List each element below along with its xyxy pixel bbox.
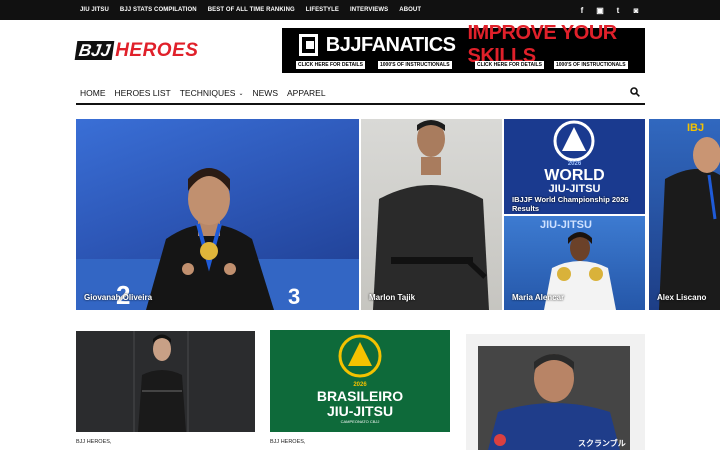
athlete-figure: スクランブル: [488, 354, 626, 450]
topnav-best-of-all-time[interactable]: BEST OF ALL TIME RANKING: [208, 0, 295, 20]
search-icon[interactable]: [630, 87, 640, 97]
topnav-interviews[interactable]: INTERVIEWS: [350, 0, 388, 20]
tile-caption: Alex Liscano: [657, 293, 707, 302]
worlds-subtitle: JIU-JITSU: [548, 183, 601, 195]
athlete-photo: IBJ: [659, 122, 720, 310]
article-meta: BJJ HEROES,: [76, 439, 112, 445]
nav-heroes-list[interactable]: HEROES LIST: [115, 88, 171, 98]
instagram-icon[interactable]: ▣: [596, 6, 604, 15]
social-links: f ▣ t ◙: [578, 0, 640, 20]
tile-caption: Giovanah Oliveira: [84, 293, 153, 302]
logo-bjj: BJJ: [74, 40, 115, 60]
facebook-icon[interactable]: f: [578, 6, 586, 15]
svg-text:IBJ: IBJ: [687, 122, 704, 134]
brasileiro-text: 2026 BRASILEIRO JIU-JITSU CAMPEONATO CBJ…: [270, 330, 450, 432]
brasileiro-title: BRASILEIRO: [316, 388, 404, 404]
topnav-lifestyle[interactable]: LIFESTYLE: [306, 0, 339, 20]
nav-techniques-label: TECHNIQUES: [179, 88, 236, 98]
nav-apparel[interactable]: APPAREL: [287, 88, 326, 98]
athlete-photo: [373, 120, 489, 310]
chevron-down-icon: ⌄: [238, 90, 244, 97]
featured-post-maria-alencar[interactable]: JIU-JITSU Maria Alencar: [504, 216, 645, 310]
featured-post-alex-liscano[interactable]: IBJ Alex Liscano: [649, 119, 720, 310]
instagram-alt-icon[interactable]: ◙: [632, 6, 640, 15]
banner-main: BJJFANATICS IMPROVE YOUR SKILLS: [282, 22, 645, 67]
article-card-brasileiro[interactable]: 2026 BRASILEIRO JIU-JITSU CAMPEONATO CBJ…: [270, 330, 450, 432]
topnav-about[interactable]: ABOUT: [399, 0, 421, 20]
banner-label: CLICK HERE FOR DETAILS: [475, 61, 544, 69]
featured-post-worlds-2026[interactable]: 2026 WORLD JIU-JITSU IBJJF World Champio…: [504, 119, 645, 214]
nav-home[interactable]: HOME: [80, 88, 106, 98]
banner-label: 1000'S OF INSTRUCTIONALS: [554, 61, 628, 69]
topnav-bjj-stats[interactable]: BJJ STATS COMPILATION: [120, 0, 197, 20]
main-nav: HOME HEROES LIST TECHNIQUES ⌄ NEWS APPARE…: [80, 83, 335, 103]
top-nav: JIU JITSU BJJ STATS COMPILATION BEST OF …: [80, 0, 432, 20]
tile-caption: IBJJF World Championship 2026 Results: [512, 195, 629, 213]
svg-text:3: 3: [288, 284, 300, 309]
article-card-image[interactable]: [76, 331, 255, 432]
twitter-icon[interactable]: t: [614, 6, 622, 15]
logo-heroes: HEROES: [115, 39, 199, 61]
athlete-photo: スクランブル: [478, 346, 630, 450]
athlete-photo: 2 3: [76, 168, 359, 310]
banner-label: CLICK HERE FOR DETAILS: [296, 61, 365, 69]
nav-news[interactable]: NEWS: [252, 88, 278, 98]
banner-small-labels: CLICK HERE FOR DETAILS 1000'S OF INSTRUC…: [282, 61, 645, 70]
bjjfanatics-banner[interactable]: BJJFANATICS IMPROVE YOUR SKILLS CLICK HE…: [282, 22, 645, 73]
tile-caption: Marlon Tajik: [369, 293, 416, 302]
site-logo[interactable]: BJJ HEROES: [74, 39, 199, 61]
brasileiro-org: CAMPEONATO CBJJ: [340, 419, 380, 424]
top-bar: JIU JITSU BJJ STATS COMPILATION BEST OF …: [0, 0, 720, 20]
topnav-jiu-jitsu[interactable]: JIU JITSU: [80, 0, 109, 20]
tile-caption: Maria Alencar: [512, 293, 565, 302]
featured-post-giovanah-oliveira[interactable]: 2 3 Giovanah Oliveira: [76, 119, 359, 310]
bjjfanatics-logo-icon: [299, 34, 318, 56]
article-meta: BJJ HEROES,: [270, 439, 306, 445]
athlete-photo: [76, 331, 255, 432]
banner-brand: BJJFANATICS: [325, 33, 456, 56]
svg-text:JIU-JITSU: JIU-JITSU: [540, 219, 592, 231]
nav-divider: [76, 103, 645, 105]
featured-post-marlon-tajik[interactable]: Marlon Tajik: [361, 119, 502, 310]
banner-label: 1000'S OF INSTRUCTIONALS: [378, 61, 452, 69]
nav-techniques[interactable]: TECHNIQUES ⌄: [180, 88, 244, 98]
sidebar-card[interactable]: スクランブル: [466, 334, 645, 450]
svg-text:スクランブル: スクランブル: [578, 438, 626, 448]
brasileiro-subtitle: JIU-JITSU: [326, 403, 394, 419]
